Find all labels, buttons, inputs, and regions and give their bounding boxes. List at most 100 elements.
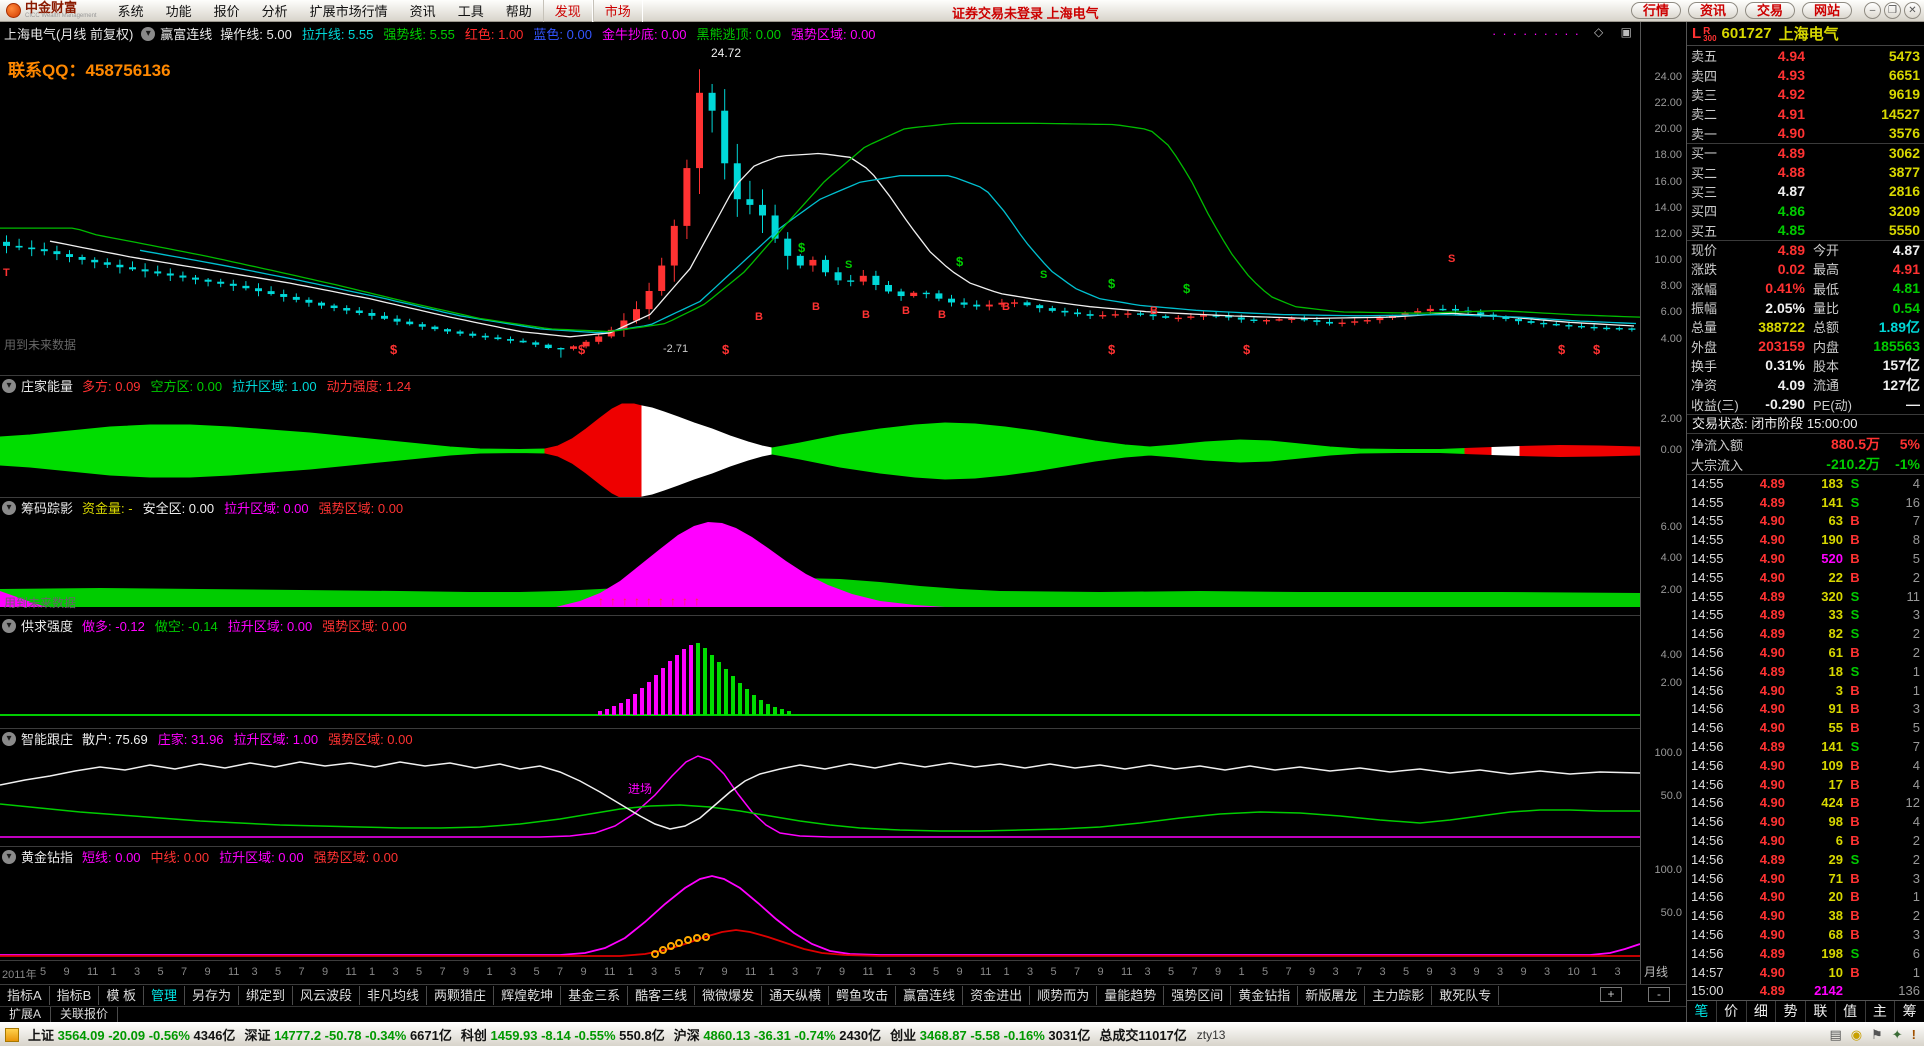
bottom-tab-非凡均线[interactable]: 非凡均线 [360,986,427,1005]
collapse-icon[interactable]: ▾ [2,501,16,515]
tick-tab-细[interactable]: 细 [1746,1001,1776,1022]
bottom-tab-通天纵横[interactable]: 通天纵横 [762,986,829,1005]
bottom-tab-管理[interactable]: 管理 [144,986,185,1005]
collapse-icon[interactable]: ▾ [2,732,16,746]
tick-tab-价[interactable]: 价 [1716,1001,1746,1022]
collapse-icon[interactable]: ▾ [2,619,16,633]
chevron-down-icon[interactable]: ▾ [141,27,155,41]
tick-time: 14:55 [1691,551,1731,566]
svg-text:S: S [1448,253,1455,265]
chart-corner-icons[interactable]: ◇ ▣ [1594,25,1639,39]
detail-label: 总额 [1813,317,1859,336]
smart-follow-chart[interactable] [0,748,1640,846]
panel-param: 空方区: 0.00 [151,376,223,395]
menu-item-工具[interactable]: 工具 [447,0,495,22]
axis-label: 24.00 [1654,71,1682,83]
svg-text:$: $ [390,342,398,357]
bottom-tab-鳄鱼攻击[interactable]: 鳄鱼攻击 [829,986,896,1005]
bottom-tab-另存为[interactable]: 另存为 [185,986,239,1005]
bottom-tab-顺势而为[interactable]: 顺势而为 [1030,986,1097,1005]
menu-item-功能[interactable]: 功能 [155,0,203,22]
alert-icon[interactable]: ! [1912,1027,1916,1042]
bottom-tab-赢富连线[interactable]: 赢富连线 [896,986,963,1005]
tick-time: 14:56 [1691,645,1731,660]
close-button[interactable]: ✕ [1904,2,1921,19]
signal-icon[interactable]: ✦ [1892,1027,1903,1043]
menu-item-发现[interactable]: 发现 [543,0,593,22]
supply-demand-chart[interactable] [0,637,1640,728]
bottom-tab-扩展A[interactable]: 扩展A [0,1007,51,1022]
tick-direction: B [1843,513,1867,528]
tick-volume: 91 [1785,701,1843,716]
minimize-button[interactable]: – [1864,2,1881,19]
timeline-label: 9 [322,966,328,978]
panel-param: 强势区域: 0.00 [328,729,413,748]
tick-tab-主[interactable]: 主 [1865,1001,1895,1022]
bottom-tab-指标B[interactable]: 指标B [50,986,100,1005]
bottom-tab-量能趋势[interactable]: 量能趋势 [1097,986,1164,1005]
bottom-tab-两颗猎庄[interactable]: 两颗猎庄 [427,986,494,1005]
svg-text:$: $ [722,342,730,357]
coin-icon[interactable]: ◉ [1851,1027,1862,1043]
menu-item-分析[interactable]: 分析 [251,0,299,22]
menu-item-市场[interactable]: 市场 [593,0,643,22]
buy-levels: 买一4.893062买二4.883877买三4.872816买四4.863209… [1687,143,1924,241]
flag-icon[interactable]: ⚑ [1871,1027,1883,1043]
bottom-tab-敢死队专[interactable]: 敢死队专 [1432,986,1499,1005]
bottom-tab-酷客三线[interactable]: 酷客三线 [628,986,695,1005]
tick-tab-联[interactable]: 联 [1805,1001,1835,1022]
tick-tab-笔[interactable]: 笔 [1687,1001,1716,1022]
chip-trace-chart[interactable]: ↑↑↑↑↑↑↑↑↑ [0,517,1640,615]
nav-button-行情[interactable]: 行情 [1631,2,1681,19]
gold-diamond-chart[interactable] [0,866,1640,960]
level-price: 4.87 [1741,183,1805,199]
detail-label: 内盘 [1813,337,1859,356]
collapse-icon[interactable]: ▾ [2,379,16,393]
tick-tab-势[interactable]: 势 [1775,1001,1805,1022]
bottom-tab-绑定到[interactable]: 绑定到 [239,986,293,1005]
menu-item-帮助[interactable]: 帮助 [495,0,543,22]
bottom-tab-黄金钻指[interactable]: 黄金钻指 [1231,986,1298,1005]
tick-direction: S [1843,739,1867,754]
nav-button-网站[interactable]: 网站 [1802,2,1852,19]
flow-percent: 5% [1880,436,1920,452]
bottom-tab-资金进出[interactable]: 资金进出 [963,986,1030,1005]
bottom-tab-模 板[interactable]: 模 板 [99,986,144,1005]
bottom-tab-基金三系[interactable]: 基金三系 [561,986,628,1005]
tick-tab-筹[interactable]: 筹 [1894,1001,1924,1022]
timeline-label: 1 [1239,966,1245,978]
nav-button-资讯[interactable]: 资讯 [1688,2,1738,19]
tick-row: 14:564.9038B2 [1687,906,1924,925]
main-candlestick-chart[interactable]: T$S$S$$BBBBBBBS$$$$$$$ [0,45,1640,375]
market-icon[interactable] [5,1028,19,1042]
tick-count: 1 [1867,664,1920,679]
menu-item-资讯[interactable]: 资讯 [399,0,447,22]
collapse-icon[interactable]: ▾ [2,850,16,864]
nav-button-交易[interactable]: 交易 [1745,2,1795,19]
report-icon[interactable]: ▤ [1829,1027,1841,1043]
bottom-tab-风云波段[interactable]: 风云波段 [293,986,360,1005]
menu-item-扩展市场行情[interactable]: 扩展市场行情 [299,0,399,22]
tick-volume: 109 [1785,758,1843,773]
bottom-tab-指标A[interactable]: 指标A [0,986,50,1005]
add-tab-button[interactable]: + [1600,987,1622,1002]
menu-item-系统[interactable]: 系统 [107,0,155,22]
restore-button[interactable]: ❐ [1884,2,1901,19]
timeline-label: 3 [393,966,399,978]
tick-count: 3 [1867,927,1920,942]
status-bar: 上证 3564.09 -20.09 -0.56% 4346亿深证 14777.2… [0,1022,1924,1046]
bottom-tab-微微爆发[interactable]: 微微爆发 [695,986,762,1005]
price-level-row: 买一4.893062 [1687,143,1924,162]
remove-tab-button[interactable]: - [1648,987,1670,1002]
bottom-tab-新版屠龙[interactable]: 新版屠龙 [1298,986,1365,1005]
tick-tab-值[interactable]: 值 [1835,1001,1865,1022]
indicator-param: 强势线: 5.55 [383,24,455,43]
bottom-tab-强势区间[interactable]: 强势区间 [1164,986,1231,1005]
timeline-label: 7 [440,966,446,978]
banker-energy-chart[interactable] [0,395,1640,497]
menu-item-报价[interactable]: 报价 [203,0,251,22]
bottom-tab-关联报价[interactable]: 关联报价 [51,1007,118,1022]
bottom-tab-辉煌乾坤[interactable]: 辉煌乾坤 [494,986,561,1005]
panel-param: 散户: 75.69 [82,729,148,748]
bottom-tab-主力踪影[interactable]: 主力踪影 [1365,986,1432,1005]
